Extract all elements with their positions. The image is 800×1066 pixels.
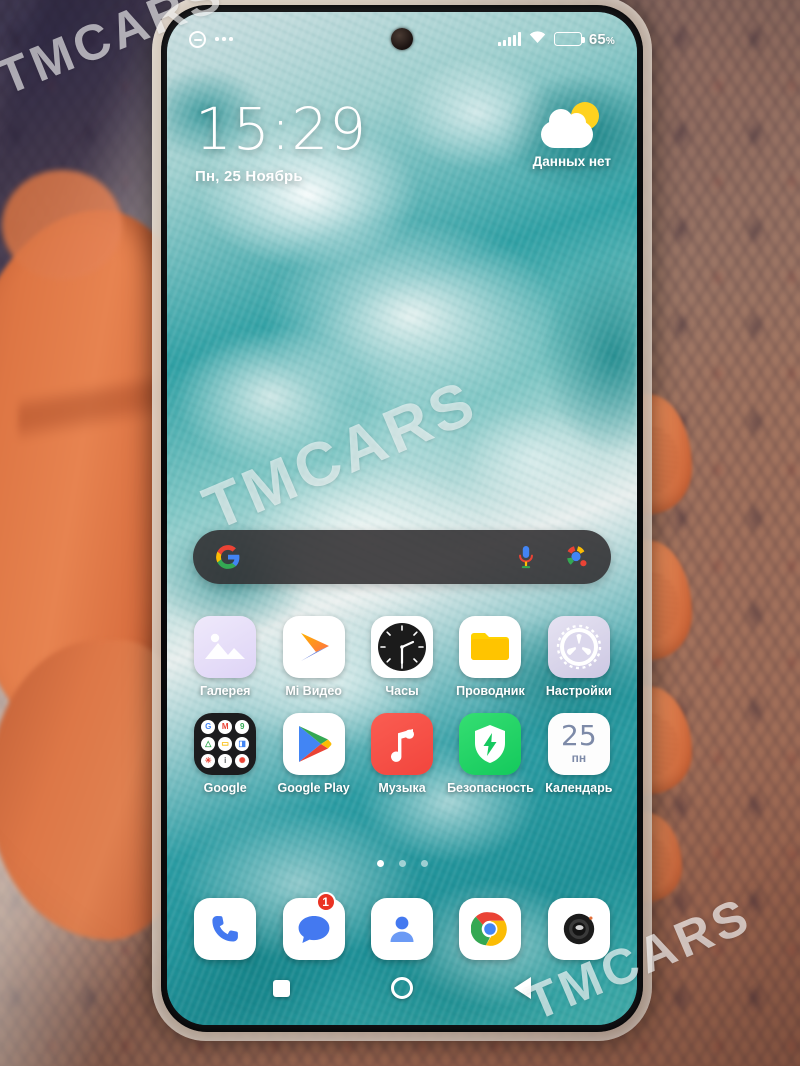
app-row-1: Галерея Mi Видео Часы Проводник Настройк…	[181, 616, 623, 699]
clock-icon	[371, 616, 434, 678]
google-lens-icon[interactable]	[563, 544, 589, 570]
google-g-icon	[215, 544, 241, 570]
messages-icon: 1	[282, 892, 345, 960]
dock-app-contacts[interactable]	[358, 898, 446, 960]
mi-video-icon	[282, 616, 345, 678]
home-circle-icon[interactable]	[390, 977, 413, 999]
status-bar-left	[189, 30, 233, 48]
folder-mini-icon: 9	[235, 719, 250, 734]
cloud-shape	[540, 109, 593, 148]
folder-mini-icon: △	[201, 736, 216, 751]
app-label: Mi Видео	[285, 684, 342, 698]
app-gallery[interactable]: Галерея	[181, 616, 269, 699]
signal-bars-icon	[497, 32, 521, 46]
app-folder-google[interactable]: G M 9 △ ▭ ◨ ✳ i ✺ Google	[181, 712, 269, 796]
app-row-2: G M 9 △ ▭ ◨ ✳ i ✺ Google Google Play Муз…	[181, 712, 623, 796]
app-label: Google	[203, 780, 247, 795]
sun-behind-cloud-icon	[540, 102, 603, 150]
clock-date: Пн, 25 Ноябрь	[195, 168, 303, 185]
file-manager-icon	[459, 616, 522, 678]
status-bar-right: 65%	[497, 29, 615, 49]
app-file-manager[interactable]: Проводник	[446, 616, 534, 699]
google-search-bar[interactable]	[193, 530, 611, 584]
app-label: Настройки	[545, 684, 612, 698]
phone-icon	[194, 898, 257, 960]
page-dot-1[interactable]	[376, 860, 384, 867]
do-not-disturb-icon	[189, 30, 206, 48]
google-folder-icon: G M 9 △ ▭ ◨ ✳ i ✺	[194, 712, 257, 775]
folder-mini-icon: ◨	[235, 736, 250, 751]
dock: 1	[181, 892, 623, 960]
app-label: Безопасность	[447, 780, 534, 795]
microphone-icon[interactable]	[515, 544, 537, 570]
app-grid: Галерея Mi Видео Часы Проводник Настройк…	[181, 616, 623, 810]
calendar-weekday: пн	[571, 751, 587, 766]
folder-mini-icon: ✳	[201, 753, 216, 768]
photo-scene: 65% 15:29 Пн, 25 Ноябрь Данных нет Галер…	[0, 0, 800, 1066]
palm-crease	[18, 300, 168, 540]
phone-device: 65% 15:29 Пн, 25 Ноябрь Данных нет Галер…	[152, 0, 652, 1041]
battery-percent-label: 65%	[588, 30, 615, 48]
folder-mini-icon: G	[201, 719, 216, 734]
app-settings[interactable]: Настройки	[535, 616, 623, 699]
app-label: Часы	[385, 684, 419, 698]
app-mi-video[interactable]: Mi Видео	[269, 616, 357, 699]
app-calendar[interactable]: 25 пн Календарь	[535, 712, 623, 796]
folder-mini-icon: ✺	[235, 753, 250, 768]
calendar-day-number: 25	[561, 719, 597, 753]
clock-time: 15:29	[195, 95, 368, 163]
wifi-icon	[528, 29, 547, 49]
dock-app-phone[interactable]	[181, 898, 269, 960]
battery-icon	[553, 32, 585, 46]
recents-square-icon[interactable]	[273, 979, 291, 997]
weather-widget[interactable]: Данных нет	[533, 102, 611, 169]
app-clock[interactable]: Часы	[358, 616, 446, 699]
google-play-icon	[282, 712, 345, 775]
weather-status-text: Данных нет	[532, 154, 611, 169]
folder-icon-grid: G M 9 △ ▭ ◨ ✳ i ✺	[194, 713, 256, 775]
music-icon	[371, 712, 434, 775]
navigation-bar	[167, 967, 637, 1009]
page-dot-3[interactable]	[420, 860, 428, 867]
back-triangle-icon[interactable]	[513, 977, 531, 999]
left-fingertip	[2, 170, 122, 280]
folder-mini-icon: ▭	[218, 736, 233, 751]
app-google-play[interactable]: Google Play	[269, 712, 357, 796]
app-music[interactable]: Музыка	[358, 712, 446, 796]
more-notifications-icon	[215, 37, 233, 41]
app-label: Проводник	[456, 684, 525, 698]
app-label: Музыка	[378, 780, 426, 795]
security-shield-icon	[459, 712, 522, 775]
chrome-icon	[459, 898, 522, 960]
dock-app-messages[interactable]: 1	[269, 892, 357, 960]
app-label: Галерея	[199, 684, 251, 698]
app-label: Календарь	[545, 780, 613, 795]
folder-mini-icon: i	[218, 753, 233, 768]
app-security[interactable]: Безопасность	[446, 712, 534, 796]
phone-bezel: 65% 15:29 Пн, 25 Ноябрь Данных нет Галер…	[161, 5, 643, 1032]
settings-gear-icon	[547, 616, 610, 678]
page-dot-2[interactable]	[398, 860, 406, 867]
gallery-icon	[194, 616, 257, 678]
calendar-icon: 25 пн	[547, 712, 610, 775]
phone-screen[interactable]: 65% 15:29 Пн, 25 Ноябрь Данных нет Галер…	[167, 12, 637, 1025]
camera-icon	[547, 898, 610, 960]
clock-widget[interactable]: 15:29 Пн, 25 Ноябрь	[195, 100, 367, 185]
dock-app-camera[interactable]	[535, 898, 623, 960]
messages-badge: 1	[315, 892, 336, 912]
page-indicator[interactable]	[167, 860, 637, 867]
contacts-icon	[371, 898, 434, 960]
status-bar: 65%	[167, 12, 637, 66]
dock-app-chrome[interactable]	[446, 898, 534, 960]
app-label: Google Play	[277, 780, 350, 795]
folder-mini-icon: M	[218, 719, 233, 734]
